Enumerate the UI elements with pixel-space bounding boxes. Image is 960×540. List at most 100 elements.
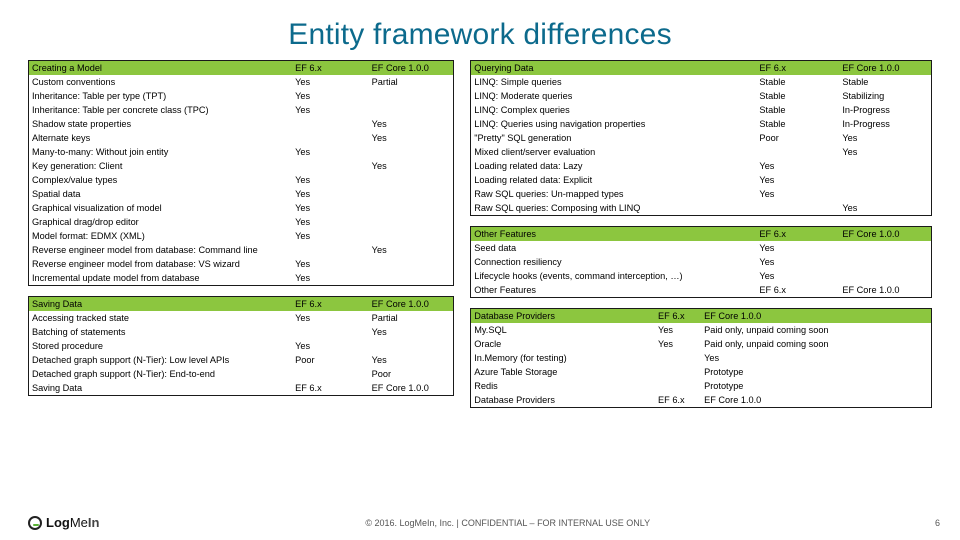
cell xyxy=(655,365,701,379)
cell: Prototype xyxy=(701,379,931,393)
cell xyxy=(369,201,454,215)
table-row: Custom conventionsYesPartial xyxy=(29,75,454,89)
table-row: Connection resiliencyYes xyxy=(471,255,932,269)
slide-title: Entity framework differences xyxy=(0,0,960,60)
header-cell: EF Core 1.0.0 xyxy=(369,297,454,312)
table-row: LINQ: Moderate queriesStableStabilizing xyxy=(471,89,932,103)
cell: Yes xyxy=(369,243,454,257)
table-row: "Pretty" SQL generationPoorYes xyxy=(471,131,932,145)
header-cell: Database Providers xyxy=(471,309,655,324)
cell: Accessing tracked state xyxy=(29,311,293,325)
cell: Yes xyxy=(292,257,369,271)
cell xyxy=(839,255,931,269)
table-row: My.SQLYesPaid only, unpaid coming soon xyxy=(471,323,932,337)
table-row: Other FeaturesEF 6.xEF Core 1.0.0 xyxy=(471,283,932,298)
cell: "Pretty" SQL generation xyxy=(471,131,757,145)
cell: Reverse engineer model from database: VS… xyxy=(29,257,293,271)
table-row: Spatial dataYes xyxy=(29,187,454,201)
header-cell: EF 6.x xyxy=(292,61,369,76)
header-cell: EF 6.x xyxy=(655,309,701,324)
table-row: Loading related data: ExplicitYes xyxy=(471,173,932,187)
cell: Yes xyxy=(292,75,369,89)
cell xyxy=(292,325,369,339)
header-cell: Creating a Model xyxy=(29,61,293,76)
cell: Saving Data xyxy=(29,381,293,396)
table-row: Batching of statementsYes xyxy=(29,325,454,339)
cell: Stable xyxy=(756,103,839,117)
table-creating-model: Creating a ModelEF 6.xEF Core 1.0.0Custo… xyxy=(28,60,454,286)
cell: Yes xyxy=(756,255,839,269)
cell: Inheritance: Table per concrete class (T… xyxy=(29,103,293,117)
table-row: Accessing tracked stateYesPartial xyxy=(29,311,454,325)
cell xyxy=(292,159,369,173)
cell: EF Core 1.0.0 xyxy=(369,381,454,396)
cell: Yes xyxy=(369,353,454,367)
cell: LINQ: Moderate queries xyxy=(471,89,757,103)
cell: Prototype xyxy=(701,365,931,379)
cell: Yes xyxy=(701,351,931,365)
cell: Paid only, unpaid coming soon xyxy=(701,337,931,351)
cell: Partial xyxy=(369,311,454,325)
table-row: Lifecycle hooks (events, command interce… xyxy=(471,269,932,283)
cell: Shadow state properties xyxy=(29,117,293,131)
cell: EF Core 1.0.0 xyxy=(701,393,931,408)
table-saving-data: Saving DataEF 6.xEF Core 1.0.0Accessing … xyxy=(28,296,454,396)
cell xyxy=(839,159,931,173)
cell: Yes xyxy=(292,89,369,103)
cell xyxy=(839,269,931,283)
slide: Entity framework differences Creating a … xyxy=(0,0,960,540)
cell xyxy=(369,339,454,353)
cell: Azure Table Storage xyxy=(471,365,655,379)
table-row: Incremental update model from databaseYe… xyxy=(29,271,454,286)
table-header-row: Saving DataEF 6.xEF Core 1.0.0 xyxy=(29,297,454,312)
cell: Raw SQL queries: Composing with LINQ xyxy=(471,201,757,216)
table-row: Database ProvidersEF 6.xEF Core 1.0.0 xyxy=(471,393,932,408)
cell: Yes xyxy=(292,201,369,215)
cell xyxy=(655,351,701,365)
cell xyxy=(839,187,931,201)
header-cell: EF 6.x xyxy=(756,227,839,242)
cell: Yes xyxy=(655,337,701,351)
cell: My.SQL xyxy=(471,323,655,337)
cell: Loading related data: Explicit xyxy=(471,173,757,187)
table-database-providers: Database ProvidersEF 6.xEF Core 1.0.0My.… xyxy=(470,308,932,408)
cell: Redis xyxy=(471,379,655,393)
cell: Raw SQL queries: Un-mapped types xyxy=(471,187,757,201)
cell: Detached graph support (N-Tier): End-to-… xyxy=(29,367,293,381)
cell: In.Memory (for testing) xyxy=(471,351,655,365)
logo: LogMeIn xyxy=(28,515,99,530)
table-row: Redis Prototype xyxy=(471,379,932,393)
table-row: Mixed client/server evaluationYes xyxy=(471,145,932,159)
cell: Partial xyxy=(369,75,454,89)
cell: Graphical drag/drop editor xyxy=(29,215,293,229)
table-row: OracleYesPaid only, unpaid coming soon xyxy=(471,337,932,351)
cell: Graphical visualization of model xyxy=(29,201,293,215)
left-column: Creating a ModelEF 6.x EF Core 1.0.0 Custo… xyxy=(28,60,454,408)
table-row: LINQ: Simple queriesStableStable xyxy=(471,75,932,89)
cell: In-Progress xyxy=(839,117,931,131)
footer: LogMeIn © 2016. LogMeIn, Inc. | CONFIDEN… xyxy=(28,515,940,530)
cell: Yes xyxy=(756,173,839,187)
cell xyxy=(369,103,454,117)
cell xyxy=(369,215,454,229)
cell: Yes xyxy=(756,187,839,201)
cell: LINQ: Complex queries xyxy=(471,103,757,117)
table-row: Model format: EDMX (XML)Yes xyxy=(29,229,454,243)
table-row: Many-to-many: Without join entityYes xyxy=(29,145,454,159)
header-cell: EF Core 1.0.0 xyxy=(701,309,931,324)
copyright-text: © 2016. LogMeIn, Inc. | CONFIDENTIAL – F… xyxy=(365,518,650,528)
tables-area: Creating a ModelEF 6.xEF Core 1.0.0Custo… xyxy=(0,60,960,408)
cell xyxy=(369,173,454,187)
table-header-row: Other FeaturesEF 6.xEF Core 1.0.0 xyxy=(471,227,932,242)
table-row: Key generation: ClientYes xyxy=(29,159,454,173)
cell: Poor xyxy=(292,353,369,367)
header-cell: EF Core 1.0.0 xyxy=(839,227,931,242)
cell: LINQ: Simple queries xyxy=(471,75,757,89)
logo-mark-icon xyxy=(28,516,42,530)
cell: EF Core 1.0.0 xyxy=(839,283,931,298)
cell: Mixed client/server evaluation xyxy=(471,145,757,159)
table-row: Graphical drag/drop editorYes xyxy=(29,215,454,229)
cell xyxy=(369,89,454,103)
cell xyxy=(369,229,454,243)
cell: Loading related data: Lazy xyxy=(471,159,757,173)
